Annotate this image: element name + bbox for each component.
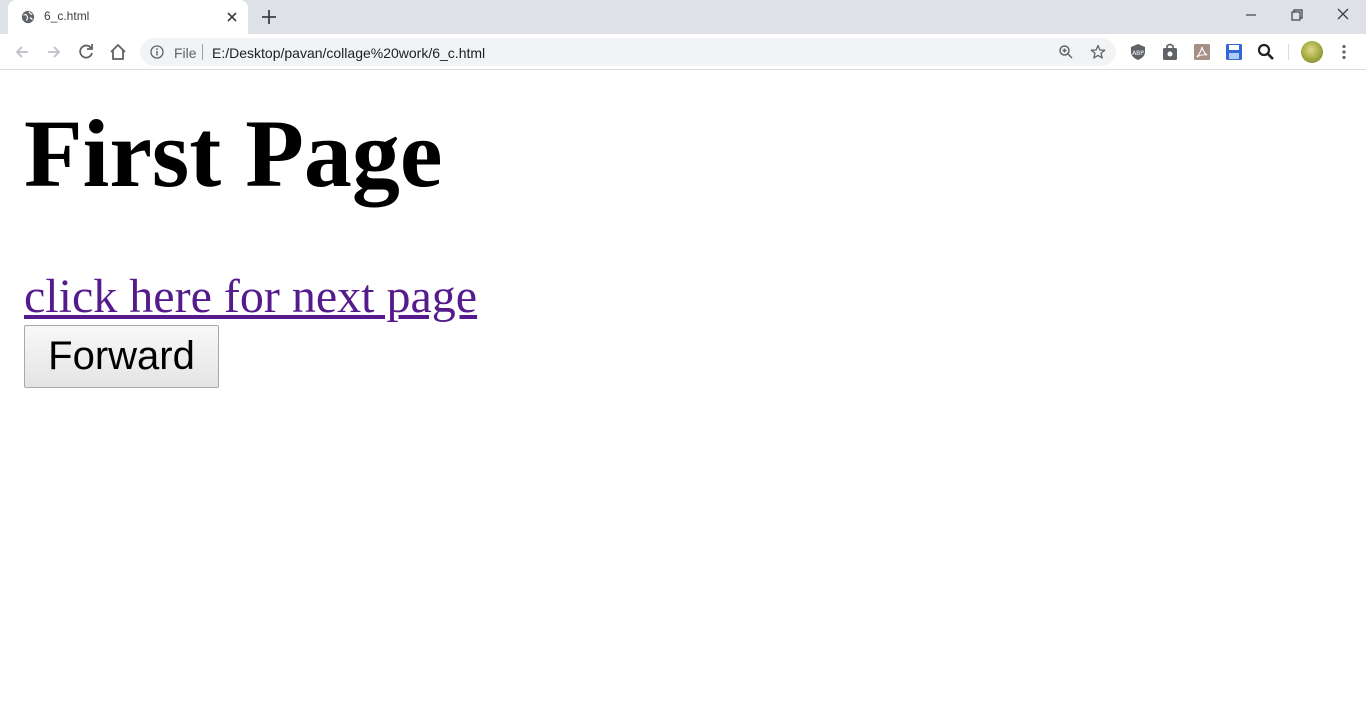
shield-icon[interactable]: ABP xyxy=(1129,43,1147,61)
more-vertical-icon[interactable] xyxy=(1335,43,1353,61)
reload-icon[interactable] xyxy=(76,42,96,62)
tab-title: 6_c.html xyxy=(44,9,90,23)
close-icon[interactable] xyxy=(225,10,239,24)
restore-icon[interactable] xyxy=(1285,5,1309,25)
tab-strip: 6_c.html xyxy=(0,0,1366,34)
browser-tab[interactable]: 6_c.html xyxy=(8,0,248,34)
star-icon[interactable] xyxy=(1090,44,1106,60)
svg-text:ABP: ABP xyxy=(1132,50,1144,57)
search-extension-icon[interactable] xyxy=(1257,43,1275,61)
minimize-icon[interactable] xyxy=(1239,5,1263,25)
arrow-left-icon[interactable] xyxy=(12,42,32,62)
globe-icon xyxy=(21,10,35,24)
toolbar-divider xyxy=(1288,44,1289,60)
address-bar[interactable]: File E:/Desktop/pavan/collage%20work/6_c… xyxy=(140,38,1116,66)
arrow-right-icon[interactable] xyxy=(44,42,64,62)
next-page-link[interactable]: click here for next page xyxy=(24,267,477,327)
browser-toolbar: File E:/Desktop/pavan/collage%20work/6_c… xyxy=(0,34,1366,70)
plus-icon[interactable] xyxy=(260,8,278,26)
url-text[interactable]: E:/Desktop/pavan/collage%20work/6_c.html xyxy=(212,45,485,61)
info-icon[interactable] xyxy=(150,45,164,59)
page-title: First Page xyxy=(24,100,443,207)
omnibox-divider xyxy=(202,44,203,60)
page-content: First Page click here for next page Forw… xyxy=(0,71,1366,725)
zoom-icon[interactable] xyxy=(1058,44,1074,60)
bag-icon[interactable] xyxy=(1161,43,1179,61)
window-close-icon[interactable] xyxy=(1331,5,1355,25)
home-icon[interactable] xyxy=(108,42,128,62)
avatar[interactable] xyxy=(1301,41,1323,63)
url-scheme-label: File xyxy=(174,45,197,61)
save-icon[interactable] xyxy=(1225,43,1243,61)
forward-button[interactable]: Forward xyxy=(24,325,219,388)
pdf-icon[interactable] xyxy=(1193,43,1211,61)
